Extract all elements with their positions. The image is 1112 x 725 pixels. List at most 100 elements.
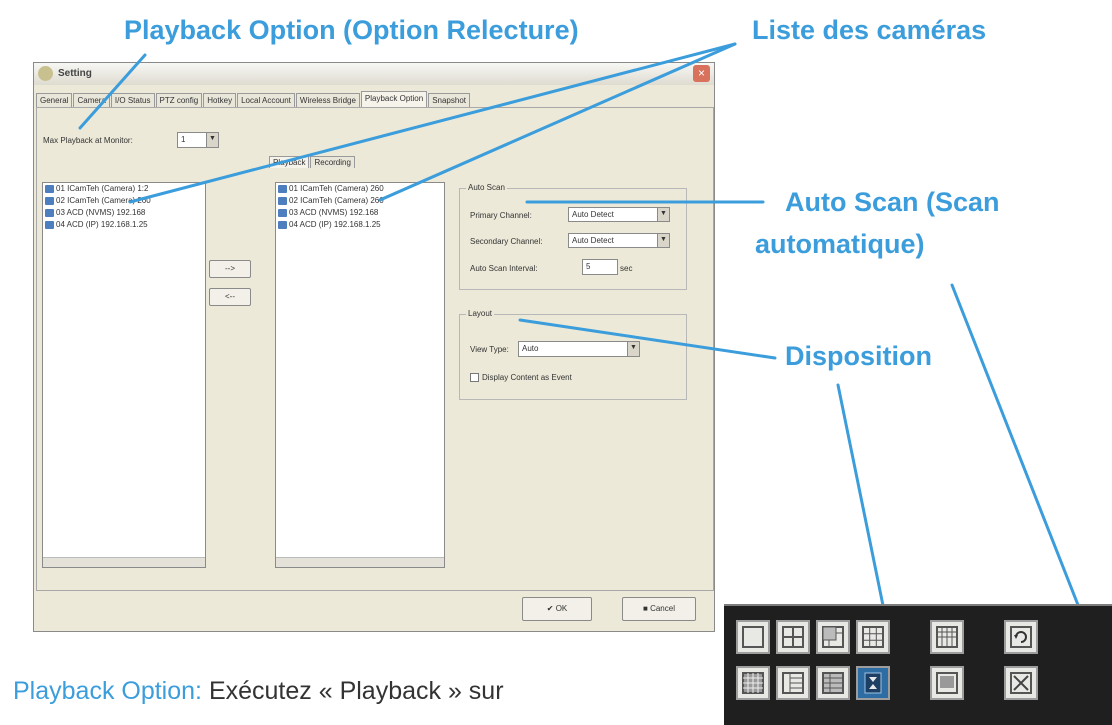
callout-camera-list: Liste des caméras (752, 15, 987, 45)
list-item[interactable]: 01 ICamTeh (Camera) 260 (276, 183, 444, 195)
view-type-select[interactable]: Auto ▼ (518, 341, 640, 357)
playback-option-panel: Max Playback at Monitor: 1 ▼ 01 ICamTeh … (36, 107, 714, 591)
layout-2x2-icon[interactable] (776, 620, 810, 654)
max-playback-label: Max Playback at Monitor: (43, 136, 133, 145)
dialog-tabs: General Camera I/O Status PTZ config Hot… (36, 91, 471, 107)
checkmark-icon: ✔ (546, 604, 554, 613)
auto-scan-interval-label: Auto Scan Interval: (470, 264, 538, 273)
callout-auto-scan-line2: automatique) (755, 229, 925, 259)
list-item[interactable]: 02 ICamTeh (Camera) 260 (276, 195, 444, 207)
auto-scan-icon[interactable] (1004, 620, 1038, 654)
layout-3x3-icon[interactable] (856, 620, 890, 654)
tab-playback-option[interactable]: Playback Option (360, 91, 428, 107)
chevron-down-icon: ▼ (627, 342, 639, 356)
list-item[interactable]: 02 ICamTeh (Camera) 260 (43, 195, 205, 207)
tab-hotkey[interactable]: Hotkey (203, 93, 237, 107)
callout-layout: Disposition (785, 341, 932, 371)
layout-1x1-icon[interactable] (736, 620, 770, 654)
description-body: Exécutez « Playback » sur (202, 677, 504, 705)
list-item[interactable]: 03 ACD (NVMS) 192.168 (276, 207, 444, 219)
primary-channel-label: Primary Channel: (470, 211, 532, 220)
list-item-label: 02 ICamTeh (Camera) 260 (56, 196, 151, 205)
horizontal-scrollbar[interactable] (43, 557, 205, 567)
available-cameras-list[interactable]: 01 ICamTeh (Camera) 1:2 02 ICamTeh (Came… (42, 182, 206, 568)
cancel-button[interactable]: ■ Cancel (622, 597, 696, 621)
inner-tabs: Playback Recording (269, 156, 356, 168)
list-item-label: 01 ICamTeh (Camera) 1:2 (56, 184, 149, 193)
layout-1plus12-icon[interactable] (816, 666, 850, 700)
camera-icon (278, 221, 287, 229)
layout-1plus7-icon[interactable] (776, 666, 810, 700)
camera-icon (45, 185, 54, 193)
camera-icon (278, 185, 287, 193)
app-icon (38, 66, 53, 81)
chevron-down-icon: ▼ (657, 208, 669, 221)
tab-io-status[interactable]: I/O Status (110, 93, 155, 107)
list-item[interactable]: 04 ACD (IP) 192.168.1.25 (276, 219, 444, 231)
tab-wireless-bridge[interactable]: Wireless Bridge (295, 93, 360, 107)
list-item-label: 04 ACD (IP) 192.168.1.25 (289, 220, 381, 229)
tab-ptz-config[interactable]: PTZ config (155, 93, 203, 107)
tab-playback[interactable]: Playback (269, 156, 310, 168)
camera-icon (278, 197, 287, 205)
layout-full-icon[interactable] (930, 666, 964, 700)
tab-general[interactable]: General (36, 93, 73, 107)
dialog-title: Setting (58, 68, 92, 79)
cancel-icon: ■ (643, 604, 648, 613)
layout-4x4-icon[interactable] (930, 620, 964, 654)
dialog-titlebar: Setting × (34, 63, 714, 85)
move-right-button[interactable]: --> (209, 260, 251, 278)
secondary-channel-label: Secondary Channel: (470, 237, 543, 246)
camera-icon (45, 209, 54, 217)
display-content-label: Display Content as Event (482, 373, 572, 382)
secondary-channel-value: Auto Detect (572, 236, 614, 245)
tab-local-account[interactable]: Local Account (237, 93, 295, 107)
horizontal-scrollbar[interactable] (276, 557, 444, 567)
camera-icon (45, 197, 54, 205)
chevron-down-icon: ▼ (206, 133, 218, 147)
max-playback-select[interactable]: 1 ▼ (177, 132, 219, 148)
layout-1plus5-icon[interactable] (816, 620, 850, 654)
chevron-down-icon: ▼ (657, 234, 669, 247)
camera-icon (45, 221, 54, 229)
layout-custom-selected-icon[interactable] (856, 666, 890, 700)
full-screen-icon[interactable] (1004, 666, 1038, 700)
auto-scan-pointer-line (950, 283, 1082, 612)
list-item[interactable]: 04 ACD (IP) 192.168.1.25 (43, 219, 205, 231)
list-item-label: 03 ACD (NVMS) 192.168 (56, 208, 146, 217)
cancel-label: Cancel (650, 604, 675, 613)
tab-camera[interactable]: Camera (73, 93, 110, 107)
layout-pointer-line (836, 383, 889, 627)
auto-scan-group: Auto Scan Primary Channel: Auto Detect ▼… (459, 183, 687, 290)
playback-cameras-list[interactable]: 01 ICamTeh (Camera) 260 02 ICamTeh (Came… (275, 182, 445, 568)
max-playback-value: 1 (181, 135, 186, 144)
camera-icon (278, 209, 287, 217)
view-type-value: Auto (522, 344, 539, 353)
view-type-label: View Type: (470, 345, 509, 354)
secondary-channel-select[interactable]: Auto Detect ▼ (568, 233, 670, 248)
close-icon[interactable]: × (693, 65, 710, 82)
ok-label: OK (555, 604, 568, 613)
tab-snapshot[interactable]: Snapshot (428, 93, 470, 107)
layout-4x4-alt-icon[interactable] (736, 666, 770, 700)
list-item-label: 03 ACD (NVMS) 192.168 (289, 208, 379, 217)
move-left-button[interactable]: <-- (209, 288, 251, 306)
auto-scan-group-title: Auto Scan (466, 183, 507, 192)
callout-playback-option: Playback Option (Option Relecture) (124, 15, 579, 45)
description-heading: Playback Option: (13, 677, 202, 705)
primary-channel-value: Auto Detect (572, 210, 614, 219)
layout-group-title: Layout (466, 309, 495, 318)
list-item-label: 02 ICamTeh (Camera) 260 (289, 196, 384, 205)
checkbox-icon (470, 373, 479, 383)
primary-channel-select[interactable]: Auto Detect ▼ (568, 207, 670, 222)
display-content-checkbox[interactable]: Display Content as Event (470, 373, 572, 383)
list-item-label: 01 ICamTeh (Camera) 260 (289, 184, 384, 193)
list-item[interactable]: 01 ICamTeh (Camera) 1:2 (43, 183, 205, 195)
ok-button[interactable]: ✔ OK (522, 597, 592, 621)
auto-scan-interval-unit: sec (620, 264, 633, 273)
description-text: Playback Option: Exécutez « Playback » s… (13, 675, 504, 707)
tab-recording[interactable]: Recording (310, 156, 355, 168)
auto-scan-interval-value: 5 (586, 262, 591, 271)
auto-scan-interval-input[interactable]: 5 (582, 259, 618, 275)
list-item[interactable]: 03 ACD (NVMS) 192.168 (43, 207, 205, 219)
